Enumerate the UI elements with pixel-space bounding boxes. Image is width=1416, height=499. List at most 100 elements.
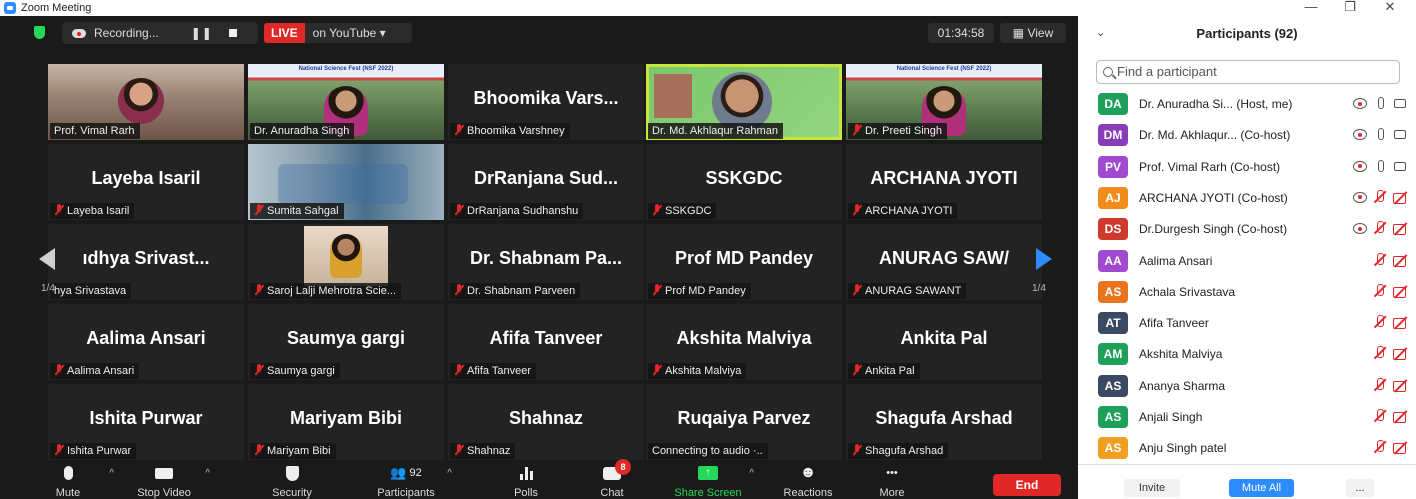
video-tile[interactable]: National Science Fest (NSF 2022) Dr. Anur… — [248, 64, 444, 140]
video-tile[interactable]: SSKGDC SSKGDC — [646, 144, 842, 220]
muted-microphone-icon[interactable] — [1372, 283, 1388, 298]
tile-name-text: Saumya gargi — [267, 365, 335, 377]
video-tile[interactable]: Saumya gargi Saumya gargi — [248, 304, 444, 380]
video-tile[interactable]: Dr. Md. Akhlaqur Rahman — [646, 64, 842, 140]
video-tile[interactable]: Sumita Sahgal — [248, 144, 444, 220]
participants-button[interactable]: 👥 92 Participants ^ — [366, 462, 452, 499]
tile-name-label: Dr. Anuradha Singh — [250, 123, 355, 139]
microphone-icon[interactable] — [1378, 159, 1384, 172]
participant-row[interactable]: AS Anjali Singh — [1078, 401, 1416, 432]
previous-page-arrow-icon[interactable] — [39, 248, 55, 270]
video-camera-icon[interactable] — [1394, 161, 1406, 171]
participant-row[interactable]: AT Afifa Tanveer — [1078, 307, 1416, 338]
video-off-icon[interactable] — [1392, 347, 1408, 361]
muted-microphone-icon[interactable] — [1372, 189, 1388, 204]
muted-microphone-icon[interactable] — [1372, 440, 1388, 454]
microphone-icon[interactable] — [1378, 128, 1384, 141]
muted-mic-icon — [54, 444, 64, 456]
video-off-icon[interactable] — [1392, 222, 1408, 236]
video-tile[interactable]: Prof. Vimal Rarh — [48, 64, 244, 140]
mute-all-button[interactable]: Mute All — [1229, 479, 1294, 497]
muted-microphone-icon[interactable] — [1372, 252, 1388, 267]
video-tile[interactable]: Ishita Purwar Ishita Purwar — [48, 384, 244, 460]
video-camera-icon[interactable] — [1394, 99, 1406, 108]
muted-microphone-icon[interactable] — [1372, 221, 1388, 235]
participant-row[interactable]: AS Ananya Sharma — [1078, 370, 1416, 401]
microphone-icon[interactable] — [1378, 97, 1384, 109]
video-camera-icon[interactable] — [1394, 130, 1406, 140]
security-button[interactable]: Security — [252, 462, 332, 499]
video-tile[interactable]: Dr. Shabnam Pa... Dr. Shabnam Parveen — [448, 224, 644, 300]
video-tile[interactable]: National Science Fest (NSF 2022) Dr. Pree… — [846, 64, 1042, 140]
participant-row[interactable]: AS Achala Srivastava — [1078, 276, 1416, 307]
participant-list: DA Dr. Anuradha Si... (Host, me) DM Dr. Md.… — [1078, 88, 1416, 464]
participant-search-input[interactable]: Find a participant — [1096, 60, 1400, 84]
zoom-logo-icon — [4, 2, 16, 14]
view-button[interactable]: ▦ View — [1000, 23, 1066, 43]
muted-microphone-icon[interactable] — [1372, 315, 1388, 329]
reactions-button[interactable]: ☻ Reactions — [768, 462, 848, 499]
muted-mic-icon — [852, 444, 862, 456]
video-tile[interactable]: Layeba Isaril Layeba Isaril — [48, 144, 244, 220]
livestream-indicator[interactable]: LIVE on YouTube ▾ — [264, 23, 412, 43]
muted-microphone-icon[interactable] — [1372, 346, 1388, 360]
restore-icon[interactable]: ❐ — [1335, 0, 1365, 14]
mute-button[interactable]: Mute ^ — [28, 462, 114, 499]
muted-microphone-icon[interactable] — [1372, 409, 1388, 423]
video-tile[interactable]: ARCHANA JYOTI ARCHANA JYOTI — [846, 144, 1042, 220]
end-meeting-button[interactable]: End — [993, 474, 1061, 496]
muted-mic-icon — [454, 124, 464, 136]
participant-row[interactable]: AA Aalima Ansari — [1078, 245, 1416, 276]
livestream-platform[interactable]: on YouTube ▾ — [313, 26, 386, 40]
video-tile[interactable]: Saroj Lalji Mehrotra Scie... — [248, 224, 444, 300]
pause-recording-button[interactable]: ❚❚ — [191, 26, 213, 40]
invite-button[interactable]: Invite — [1124, 479, 1180, 497]
more-button[interactable]: ••• More — [852, 462, 932, 499]
video-tile[interactable]: Shagufa Arshad Shagufa Arshad — [846, 384, 1042, 460]
microphone-icon — [63, 466, 73, 480]
encryption-shield-icon[interactable] — [34, 26, 45, 39]
video-tile[interactable]: Aalima Ansari Aalima Ansari — [48, 304, 244, 380]
video-off-icon[interactable] — [1392, 379, 1408, 392]
video-tile[interactable]: DrRanjana Sud... DrRanjana Sudhanshu — [448, 144, 644, 220]
participant-row[interactable]: DS Dr.Durgesh Singh (Co-host) — [1078, 213, 1416, 244]
video-tile[interactable]: Prof MD Pandey Prof MD Pandey — [646, 224, 842, 300]
video-tile[interactable]: Mariyam Bibi Mariyam Bibi — [248, 384, 444, 460]
participant-row[interactable]: DM Dr. Md. Akhlaqur... (Co-host) — [1078, 119, 1416, 150]
video-tile[interactable]: Afifa Tanveer Afifa Tanveer — [448, 304, 644, 380]
panel-more-button[interactable]: ... — [1346, 479, 1374, 497]
close-icon[interactable]: ✕ — [1375, 0, 1405, 14]
video-options-chevron-icon[interactable]: ^ — [205, 468, 210, 479]
participants-options-chevron-icon[interactable]: ^ — [447, 468, 452, 479]
participant-row[interactable]: DA Dr. Anuradha Si... (Host, me) — [1078, 88, 1416, 119]
muted-microphone-icon[interactable] — [1372, 377, 1388, 392]
audio-options-chevron-icon[interactable]: ^ — [109, 468, 114, 479]
page-indicator-right: 1/4 — [1032, 283, 1046, 294]
share-screen-button[interactable]: ↑ Share Screen ^ — [668, 462, 754, 499]
participant-row[interactable]: AS Anju Singh patel — [1078, 432, 1416, 463]
share-options-chevron-icon[interactable]: ^ — [749, 468, 754, 479]
video-tile[interactable]: Ruqaiya Parvez Connecting to audio ·.. — [646, 384, 842, 460]
video-tile[interactable]: Bhoomika Vars... Bhoomika Varshney — [448, 64, 644, 140]
chat-button[interactable]: 8 Chat — [572, 458, 652, 499]
minimize-icon[interactable]: — — [1296, 0, 1326, 14]
participant-row[interactable]: AJ ARCHANA JYOTI (Co-host) — [1078, 182, 1416, 213]
muted-mic-icon — [254, 364, 264, 376]
participant-row[interactable]: PV Prof. Vimal Rarh (Co-host) — [1078, 151, 1416, 182]
video-tile[interactable]: Akshita Malviya Akshita Malviya — [646, 304, 842, 380]
video-off-icon[interactable] — [1392, 316, 1408, 330]
video-off-icon[interactable] — [1392, 254, 1408, 267]
video-off-icon[interactable] — [1392, 285, 1408, 298]
video-tile[interactable]: Shahnaz Shahnaz — [448, 384, 644, 460]
video-off-icon[interactable] — [1392, 410, 1408, 423]
participant-row[interactable]: AM Akshita Malviya — [1078, 338, 1416, 369]
stop-recording-button[interactable] — [228, 29, 237, 37]
polls-button[interactable]: Polls — [486, 462, 566, 499]
stop-video-button[interactable]: Stop Video ^ — [124, 462, 210, 499]
video-tile[interactable]: Ankita Pal Ankita Pal — [846, 304, 1042, 380]
video-off-icon[interactable] — [1392, 191, 1408, 204]
video-off-icon[interactable] — [1392, 441, 1408, 455]
video-tile[interactable]: ıdhya Srivast... hya Srivastava — [48, 224, 244, 300]
next-page-arrow-icon[interactable] — [1036, 248, 1052, 270]
video-tile[interactable]: ANURAG SAW/ANURAG SAWANT — [846, 224, 1042, 300]
